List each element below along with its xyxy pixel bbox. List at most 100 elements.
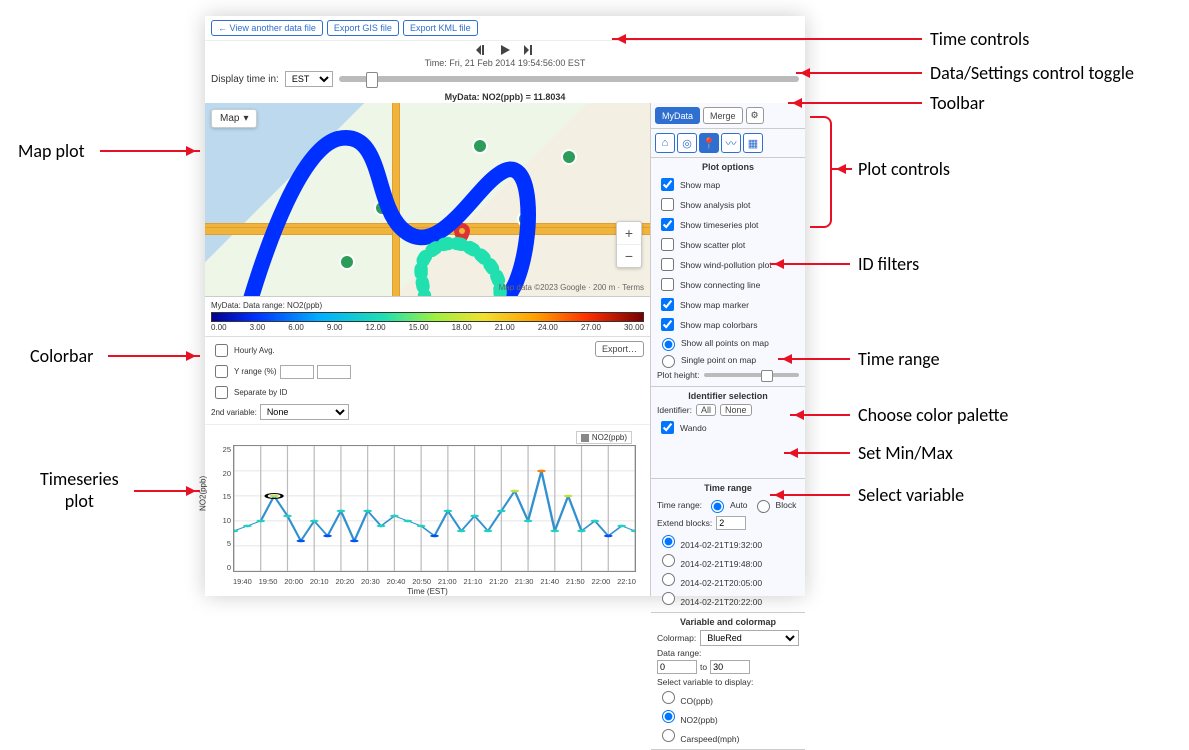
- opt-show-scatter[interactable]: Show scatter plot: [657, 235, 799, 254]
- tr-extend-input[interactable]: [716, 516, 746, 530]
- id-all-button[interactable]: All: [696, 404, 716, 416]
- colorbar-label: MyData: Data range: NO2(ppb): [211, 301, 644, 310]
- arrow-icon: [100, 150, 200, 152]
- colormap-select[interactable]: BlueRedViridisJet: [700, 630, 799, 646]
- identifier-label: Identifier:: [657, 405, 692, 415]
- tr-time-radio[interactable]: 2014-02-21T19:48:00: [657, 551, 799, 569]
- ts-xticks: 19:4019:5020:0020:1020:2020:3020:4020:50…: [233, 577, 636, 586]
- timeseries-options: Hourly Avg. Y range (%) Separate by ID 2…: [205, 336, 650, 424]
- timeseries-plot[interactable]: NO2(ppb) NO2(ppb) 2520151050 19:4019:502…: [205, 424, 650, 596]
- annot-set-minmax: Set Min/Max: [858, 442, 953, 464]
- map-readout: MyData: NO2(ppb) = 11.8034: [205, 91, 805, 103]
- id-none-button[interactable]: None: [720, 404, 752, 416]
- ts-yticks: 2520151050: [213, 445, 231, 572]
- line-icon[interactable]: 〰: [721, 133, 741, 153]
- tz-select[interactable]: ESTUTCLocal: [285, 71, 333, 87]
- plot-height-row: Plot height:: [657, 370, 799, 380]
- timerange-label: Time range:: [657, 500, 702, 510]
- annot-toolbar: Toolbar: [930, 92, 985, 114]
- grid-icon[interactable]: ▦: [743, 133, 763, 153]
- right-sidebar: MyData Merge ⚙ ⌂ ◎ 📍 〰 ▦ Plot options Sh…: [651, 103, 805, 596]
- time-slider-thumb[interactable]: [366, 72, 378, 88]
- colorbar-ticks: 0.003.006.009.0012.0015.0018.0021.0024.0…: [211, 323, 644, 332]
- opt-show-ts[interactable]: Show timeseries plot: [657, 215, 799, 234]
- map-type-dropdown[interactable]: Map ▾: [211, 109, 257, 128]
- opt-show-marker[interactable]: Show map marker: [657, 295, 799, 314]
- time-slider[interactable]: [339, 76, 799, 82]
- target-icon[interactable]: ◎: [677, 133, 697, 153]
- bracket-icon: [810, 116, 832, 228]
- opt-show-analysis[interactable]: Show analysis plot: [657, 195, 799, 214]
- arrow-icon: [770, 263, 850, 265]
- opt-show-connecting[interactable]: Show connecting line: [657, 275, 799, 294]
- annot-time-range: Time range: [858, 348, 940, 370]
- current-location-marker-icon: [454, 223, 470, 247]
- variable-colormap-panel: Variable and colormap Colormap:BlueRedVi…: [651, 613, 805, 750]
- step-forward-icon[interactable]: [520, 43, 538, 57]
- ts-xlabel: Time (EST): [205, 587, 650, 596]
- export-gis-button[interactable]: Export GIS file: [327, 20, 399, 36]
- ts-export-button[interactable]: Export…: [595, 341, 644, 357]
- gear-icon: ⚙: [751, 110, 759, 121]
- tr-time-radio[interactable]: 2014-02-21T19:32:00: [657, 532, 799, 550]
- opt-show-all-points[interactable]: Show all points on map: [657, 335, 799, 351]
- zoom-control: + −: [616, 221, 642, 268]
- export-kml-button[interactable]: Export KML file: [403, 20, 478, 36]
- identifier-panel: Identifier selection Identifier: All Non…: [651, 387, 805, 479]
- tr-time-radio[interactable]: 2014-02-21T20:22:00: [657, 589, 799, 607]
- range-min-input[interactable]: [657, 660, 697, 674]
- ts-chart-area: [233, 445, 636, 572]
- plot-height-slider[interactable]: [704, 373, 799, 377]
- play-icon[interactable]: [496, 43, 514, 57]
- vc-var-radio[interactable]: CO(ppb): [657, 688, 799, 706]
- mydata-tab[interactable]: MyData: [655, 107, 700, 124]
- vc-var-radio[interactable]: NO2(ppb): [657, 707, 799, 725]
- pin-icon[interactable]: 📍: [699, 133, 719, 153]
- map-plot[interactable]: Map ▾: [205, 103, 650, 296]
- annot-plot-controls: Plot controls: [858, 158, 950, 180]
- plot-options-title: Plot options: [657, 162, 799, 172]
- tz-label: Display time in:: [211, 74, 279, 85]
- time-row: Display time in: ESTUTCLocal: [205, 69, 805, 91]
- annot-ts-plot: Timeseries plot: [40, 468, 119, 512]
- range-max-input[interactable]: [710, 660, 750, 674]
- annot-data-settings: Data/Settings control toggle: [930, 62, 1134, 84]
- arrow-icon: [784, 452, 850, 454]
- settings-button[interactable]: ⚙: [746, 107, 764, 124]
- second-variable-select[interactable]: 2nd variable:NoneCO(ppb)NO2(ppb)Carspeed…: [211, 404, 351, 420]
- id-wando-checkbox[interactable]: Wando: [657, 418, 799, 437]
- tr-time-radio[interactable]: 2014-02-21T20:05:00: [657, 570, 799, 588]
- home-icon[interactable]: ⌂: [655, 133, 675, 153]
- app-window: ← View another data file Export GIS file…: [205, 16, 805, 596]
- playback-controls: [205, 41, 805, 57]
- zoom-in-button[interactable]: +: [617, 222, 641, 245]
- vc-title: Variable and colormap: [657, 617, 799, 627]
- arrow-icon: [108, 355, 200, 357]
- tr-extend-label: Extend blocks:: [657, 518, 712, 528]
- yrange-checkbox[interactable]: Y range (%): [211, 362, 351, 381]
- toolbar: ⌂ ◎ 📍 〰 ▦: [651, 129, 805, 158]
- map-type-label: Map: [220, 113, 239, 124]
- plot-options-panel: Plot options Show map Show analysis plot…: [651, 158, 805, 387]
- chevron-down-icon: ▾: [243, 113, 248, 124]
- annot-select-variable: Select variable: [858, 484, 964, 506]
- hourly-avg-checkbox[interactable]: Hourly Avg.: [211, 341, 351, 360]
- annot-colorbar: Colorbar: [30, 345, 93, 367]
- annot-time-controls: Time controls: [930, 28, 1029, 50]
- opt-show-map[interactable]: Show map: [657, 175, 799, 194]
- arrow-icon: [788, 102, 922, 104]
- arrow-icon: [790, 414, 850, 416]
- opt-show-colorbars[interactable]: Show map colorbars: [657, 315, 799, 334]
- separate-by-id-checkbox[interactable]: Separate by ID: [211, 383, 351, 402]
- tr-auto-radio[interactable]: Auto: [706, 497, 748, 513]
- annot-id-filters: ID filters: [858, 253, 919, 275]
- arrow-icon: [612, 38, 922, 40]
- vc-selvar-label: Select variable to display:: [657, 677, 799, 687]
- step-back-icon[interactable]: [472, 43, 490, 57]
- merge-tab[interactable]: Merge: [703, 107, 743, 124]
- arrow-icon: [770, 494, 850, 496]
- range-to-label: to: [700, 662, 707, 672]
- vc-var-radio[interactable]: Carspeed(mph): [657, 726, 799, 744]
- view-another-button[interactable]: ← View another data file: [211, 20, 323, 36]
- zoom-out-button[interactable]: −: [617, 245, 641, 267]
